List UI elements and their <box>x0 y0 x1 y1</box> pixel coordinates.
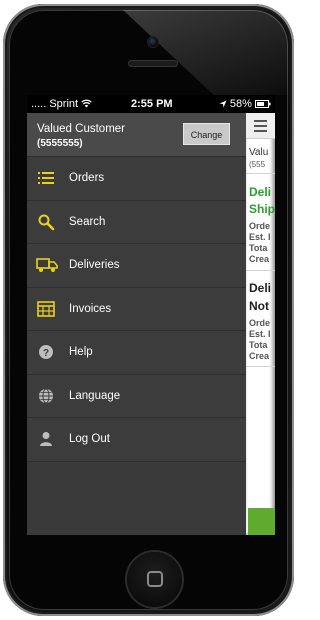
card2-title: Deli <box>249 281 272 295</box>
menu-item-help[interactable]: ? Help <box>27 331 246 375</box>
wifi-icon <box>81 99 92 108</box>
battery-percent: 58% <box>229 98 252 110</box>
customer-number: (5555555) <box>37 138 83 149</box>
menu-label-search: Search <box>69 215 106 228</box>
menu-item-logout[interactable]: Log Out <box>27 418 246 462</box>
orders-page-peek[interactable]: Valu (555 Deli Ship Orde Est. I Tota Cre… <box>246 113 275 535</box>
menu-item-deliveries[interactable]: Deliveries <box>27 244 246 288</box>
card1-line2: Est. I <box>249 232 271 242</box>
content-customer-name: Valu <box>249 147 269 158</box>
battery-icon <box>255 100 271 108</box>
menu-item-search[interactable]: Search <box>27 200 246 244</box>
navigation-drawer: Valued Customer (5555555) Change Orders … <box>27 113 246 535</box>
truck-icon <box>36 258 58 272</box>
card1-status: Ship <box>249 202 275 216</box>
card1-line3: Tota <box>249 243 268 253</box>
earpiece-speaker <box>128 60 178 67</box>
card1-line1: Orde <box>249 221 271 231</box>
home-button-icon <box>147 571 163 587</box>
app-screen: ..... Sprint 2:55 PM 58% Valued Customer… <box>27 95 275 535</box>
menu-item-language[interactable]: Language <box>27 374 246 418</box>
globe-icon <box>39 388 53 403</box>
card2-line4: Crea <box>249 351 270 361</box>
magnifier-icon <box>38 214 55 230</box>
action-bar-button[interactable] <box>248 508 275 535</box>
user-icon <box>40 432 52 446</box>
account-header: Valued Customer (5555555) Change <box>27 113 246 157</box>
menu-label-logout: Log Out <box>69 433 110 445</box>
drawer-menu: Orders Search Deliveries Invoices ? Help… <box>27 157 246 462</box>
card-divider <box>246 270 275 271</box>
menu-label-deliveries: Deliveries <box>69 259 120 271</box>
menu-item-invoices[interactable]: Invoices <box>27 287 246 331</box>
svg-text:?: ? <box>43 348 49 359</box>
card2-line1: Orde <box>249 318 271 328</box>
content-toolbar <box>246 113 275 139</box>
card2-status: Not <box>249 299 269 313</box>
list-icon <box>38 172 54 184</box>
carrier-text: ..... Sprint <box>31 98 79 110</box>
menu-item-orders[interactable]: Orders <box>27 157 246 201</box>
card2-line3: Tota <box>249 340 268 350</box>
clock: 2:55 PM <box>131 98 173 110</box>
menu-label-language: Language <box>69 389 121 402</box>
card-divider-2 <box>246 366 275 367</box>
carrier-label: ..... Sprint <box>31 95 92 113</box>
content-divider <box>246 173 275 174</box>
help-circle-icon: ? <box>39 345 53 359</box>
invoice-table-icon <box>37 300 55 317</box>
card1-line4: Crea <box>249 254 270 264</box>
status-bar: ..... Sprint 2:55 PM 58% <box>27 95 275 113</box>
location-arrow-icon <box>219 100 227 108</box>
content-customer-number: (555 <box>249 160 266 169</box>
front-camera <box>148 37 158 47</box>
card1-title: Deli <box>249 185 272 199</box>
battery-indicator: 58% <box>219 95 271 113</box>
card2-line2: Est. I <box>249 329 271 339</box>
menu-label-orders: Orders <box>69 172 105 184</box>
change-account-button[interactable]: Change <box>183 123 230 145</box>
customer-name: Valued Customer <box>37 123 125 135</box>
menu-label-invoices: Invoices <box>69 302 112 315</box>
hamburger-menu-icon[interactable] <box>254 120 267 135</box>
menu-label-help: Help <box>69 346 93 358</box>
